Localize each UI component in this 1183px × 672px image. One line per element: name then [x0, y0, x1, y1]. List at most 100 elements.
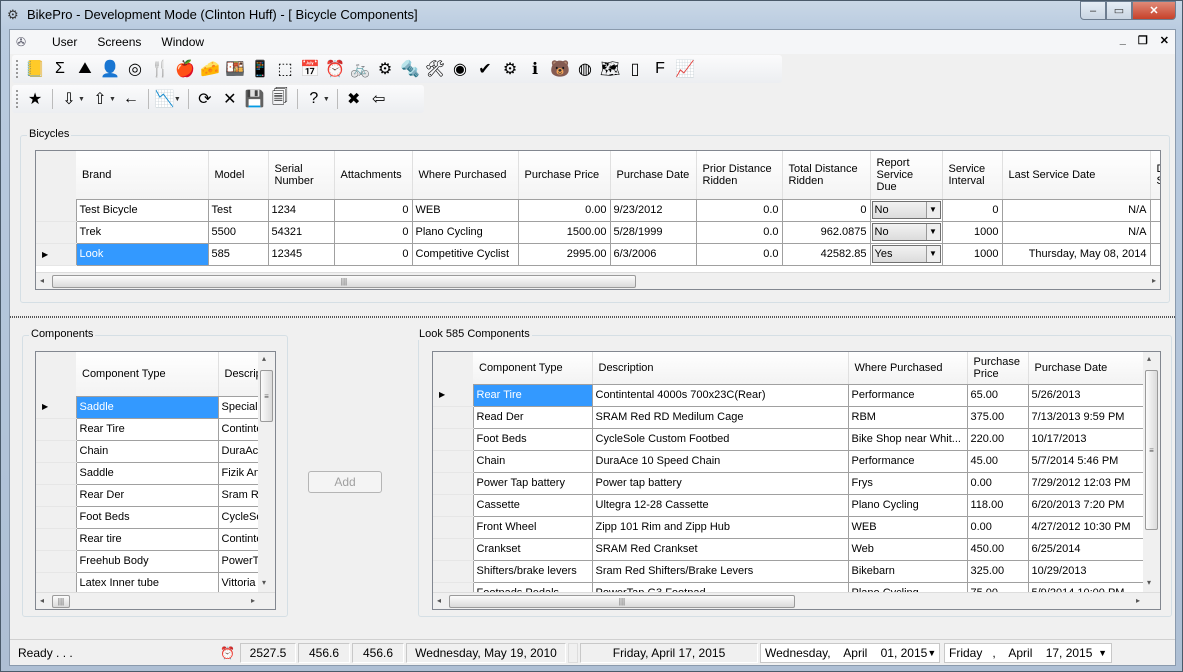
price-cell[interactable]: 450.00	[966, 537, 1029, 561]
where-purchased-cell[interactable]: Competitive Cyclist	[411, 242, 519, 266]
column-header[interactable]: Purchase Date	[610, 151, 697, 200]
model-cell[interactable]: 5500	[207, 220, 269, 244]
service-due-combo[interactable]: No ▼	[871, 201, 941, 219]
total-distance-cell[interactable]: 962.0875	[781, 220, 871, 244]
mountain-icon[interactable]: ⛰	[73, 57, 97, 81]
component-type-cell[interactable]: Rear Tire	[472, 383, 593, 407]
where-purchased-cell[interactable]: Performance	[847, 383, 968, 407]
row-header[interactable]	[36, 506, 76, 529]
brand-cell[interactable]: Trek	[75, 220, 209, 244]
scroll-down-arrow-icon[interactable]: ▾	[262, 578, 266, 587]
bike-parts-icon[interactable]: 🔩	[398, 57, 422, 81]
chevron-down-icon[interactable]: ▼	[925, 202, 940, 218]
description-cell[interactable]: Sram Red Shifters/Brake Levers	[591, 559, 849, 583]
chevron-down-icon[interactable]: ▼	[174, 96, 181, 103]
component-type-cell[interactable]: Chain	[75, 439, 219, 463]
row-header[interactable]	[433, 538, 473, 561]
table-row[interactable]: Cassette Ultegra 12-28 Cassette Plano Cycl…	[433, 493, 1144, 517]
where-purchased-cell[interactable]: Performance	[847, 449, 968, 473]
toolbar-grip[interactable]	[16, 60, 19, 78]
scroll-thumb[interactable]: ≡	[1145, 370, 1158, 530]
column-header[interactable]: Report Service Due	[870, 151, 943, 200]
end-date-picker[interactable]: Friday , April 17, 2015 ▼	[944, 642, 1112, 663]
row-header[interactable]	[433, 560, 473, 583]
garmin-device-icon[interactable]: ▯	[623, 57, 647, 81]
last-service-cell[interactable]: Thursday, May 08, 2014	[1001, 242, 1151, 266]
row-header[interactable]	[433, 494, 473, 517]
row-header[interactable]	[36, 550, 76, 573]
info-icon[interactable]: ℹ	[523, 57, 547, 81]
column-header[interactable]: Attachments	[334, 151, 413, 200]
price-cell[interactable]: 45.00	[966, 449, 1029, 473]
column-header[interactable]: Model	[208, 151, 269, 200]
purchase-date-cell[interactable]: 5/26/2013	[1027, 383, 1144, 407]
row-header[interactable]: ▶	[36, 396, 76, 419]
column-header[interactable]: Component Type	[76, 352, 219, 397]
description-cell[interactable]: DuraAce 10 Speed Chain	[591, 449, 849, 473]
scroll-thumb[interactable]: ≡	[260, 370, 273, 422]
scroll-down-arrow-icon[interactable]: ▾	[1147, 578, 1151, 587]
where-purchased-cell[interactable]: Bikebarn	[847, 559, 968, 583]
column-header[interactable]: Serial Number	[268, 151, 335, 200]
purchase-date-cell[interactable]: 7/13/2013 9:59 PM	[1027, 405, 1144, 429]
column-header[interactable]: Component Type	[473, 352, 593, 385]
back-icon[interactable]: ←	[119, 87, 143, 111]
bike-components-vscrollbar[interactable]: ▴ ≡ ▾	[1143, 352, 1160, 592]
prior-distance-cell[interactable]: 0.0	[695, 242, 783, 266]
serial-cell[interactable]: 54321	[267, 220, 335, 244]
component-type-cell[interactable]: Power Tap battery	[472, 471, 593, 495]
chevron-down-icon[interactable]: ▼	[925, 224, 940, 240]
row-header[interactable]	[36, 418, 76, 441]
model-cell[interactable]: Test	[207, 198, 269, 222]
where-purchased-cell[interactable]: WEB	[847, 515, 968, 539]
component-type-cell[interactable]: Shifters/brake levers	[472, 559, 593, 583]
price-cell[interactable]: 118.00	[966, 493, 1029, 517]
chevron-down-icon[interactable]: ▼	[323, 96, 330, 103]
table-row[interactable]: Foot Beds CycleSo	[36, 505, 275, 529]
notebook-icon[interactable]: 📒	[23, 57, 47, 81]
scroll-thumb[interactable]: |||	[52, 595, 70, 608]
map-outline-icon[interactable]: ⬚	[273, 57, 297, 81]
where-purchased-cell[interactable]: WEB	[411, 198, 519, 222]
scroll-right-arrow-icon[interactable]: ▸	[251, 596, 255, 605]
prior-distance-cell[interactable]: 0.0	[695, 220, 783, 244]
component-type-cell[interactable]: Saddle	[75, 395, 219, 419]
column-header[interactable]: Brand	[76, 151, 209, 200]
table-row[interactable]: Foot Beds CycleSole Custom Footbed Bike Sh…	[433, 427, 1144, 451]
attachments-cell[interactable]: 0	[333, 242, 413, 266]
table-row[interactable]: Front Wheel Zipp 101 Rim and Zipp Hub WEB 0…	[433, 515, 1144, 539]
component-type-cell[interactable]: Chain	[472, 449, 593, 473]
row-header[interactable]	[36, 528, 76, 551]
column-header[interactable]: Prior Distance Ridden	[696, 151, 783, 200]
component-type-cell[interactable]: Saddle	[75, 461, 219, 485]
gps-map-icon[interactable]: 🗺	[598, 57, 622, 81]
scroll-up-arrow-icon[interactable]: ▴	[1147, 354, 1151, 363]
component-type-cell[interactable]: Read Der	[472, 405, 593, 429]
component-type-cell[interactable]: Rear Tire	[75, 417, 219, 441]
last-service-cell[interactable]: N/A	[1001, 220, 1151, 244]
row-header[interactable]: ▶	[36, 243, 76, 266]
favorites-icon[interactable]: ★	[23, 87, 47, 111]
component-type-cell[interactable]: Cassette	[472, 493, 593, 517]
table-row[interactable]: Shifters/brake levers Sram Red Shifters/B…	[433, 559, 1144, 583]
close-button[interactable]: ✕	[1132, 1, 1176, 20]
refresh-icon[interactable]: ⟳	[193, 87, 217, 111]
apple-icon[interactable]: 🍎	[173, 57, 197, 81]
brand-cell[interactable]: Test Bicycle	[75, 198, 209, 222]
price-cell[interactable]: 2995.00	[517, 242, 611, 266]
price-cell[interactable]: 0.00	[966, 515, 1029, 539]
chevron-down-icon[interactable]: ▼	[925, 246, 940, 262]
column-header[interactable]: Service Interval	[942, 151, 1003, 200]
menu-window[interactable]: Window	[151, 35, 214, 49]
service-due-combo[interactable]: Yes ▼	[871, 245, 941, 263]
person-icon[interactable]: 👤	[98, 57, 122, 81]
scroll-thumb[interactable]: |||	[449, 595, 795, 608]
description-cell[interactable]: Contintental 4000s 700x23C(Rear)	[591, 383, 849, 407]
total-distance-cell[interactable]: 0	[781, 198, 871, 222]
price-cell[interactable]: 325.00	[966, 559, 1029, 583]
component-type-cell[interactable]: Front Wheel	[472, 515, 593, 539]
chevron-down-icon[interactable]: ▼	[109, 96, 116, 103]
table-row[interactable]: Rear tire Continte	[36, 527, 275, 551]
table-row[interactable]: Power Tap battery Power tap battery Frys 0.…	[433, 471, 1144, 495]
chevron-down-icon[interactable]: ▼	[78, 96, 85, 103]
